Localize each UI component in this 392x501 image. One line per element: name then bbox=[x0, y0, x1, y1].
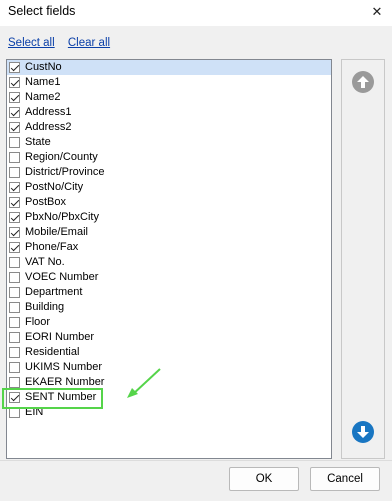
field-checkbox[interactable] bbox=[9, 332, 20, 343]
field-item[interactable]: Address1 bbox=[7, 105, 331, 120]
field-checkbox[interactable] bbox=[9, 257, 20, 268]
field-label: Floor bbox=[25, 316, 51, 328]
arrow-down-icon bbox=[357, 426, 369, 438]
field-checkbox[interactable] bbox=[9, 347, 20, 358]
field-checkbox[interactable] bbox=[9, 272, 20, 283]
field-label: CustNo bbox=[25, 61, 62, 73]
field-label: EIN bbox=[25, 406, 44, 418]
title-bar: Select fields ✕ bbox=[0, 0, 392, 26]
clear-all-link[interactable]: Clear all bbox=[68, 37, 110, 49]
field-item[interactable]: VAT No. bbox=[7, 255, 331, 270]
field-item[interactable]: EORI Number bbox=[7, 330, 331, 345]
arrow-icon bbox=[127, 368, 161, 398]
field-item[interactable]: Department bbox=[7, 285, 331, 300]
field-checkbox[interactable] bbox=[9, 287, 20, 298]
field-label: State bbox=[25, 136, 51, 148]
field-item[interactable]: EKAER Number bbox=[7, 375, 331, 390]
window-title: Select fields bbox=[8, 4, 76, 18]
field-label: Name1 bbox=[25, 76, 61, 88]
close-icon: ✕ bbox=[371, 4, 383, 19]
field-item[interactable]: Mobile/Email bbox=[7, 225, 331, 240]
field-item[interactable]: CustNo bbox=[7, 60, 331, 75]
field-checkbox[interactable] bbox=[9, 197, 20, 208]
field-item[interactable]: Residential bbox=[7, 345, 331, 360]
field-item[interactable]: SENT Number bbox=[7, 390, 331, 405]
field-item[interactable]: State bbox=[7, 135, 331, 150]
field-label: Region/County bbox=[25, 151, 98, 163]
field-checkbox[interactable] bbox=[9, 107, 20, 118]
cancel-button[interactable]: Cancel bbox=[310, 467, 380, 491]
field-label: Mobile/Email bbox=[25, 226, 88, 238]
field-label: PbxNo/PbxCity bbox=[25, 211, 99, 223]
move-up-button[interactable] bbox=[352, 71, 374, 93]
field-label: PostBox bbox=[25, 196, 66, 208]
field-item[interactable]: PostBox bbox=[7, 195, 331, 210]
move-down-button[interactable] bbox=[352, 421, 374, 443]
field-checkbox[interactable] bbox=[9, 362, 20, 373]
field-label: PostNo/City bbox=[25, 181, 84, 193]
field-label: Address1 bbox=[25, 106, 72, 118]
close-button[interactable]: ✕ bbox=[362, 0, 392, 24]
field-label: VAT No. bbox=[25, 256, 65, 268]
field-label: Building bbox=[25, 301, 65, 313]
field-label: UKIMS Number bbox=[25, 361, 103, 373]
field-item[interactable]: Phone/Fax bbox=[7, 240, 331, 255]
ok-button[interactable]: OK bbox=[229, 467, 299, 491]
select-all-link[interactable]: Select all bbox=[8, 37, 55, 49]
field-checkbox[interactable] bbox=[9, 137, 20, 148]
field-item[interactable]: Floor bbox=[7, 315, 331, 330]
field-item[interactable]: VOEC Number bbox=[7, 270, 331, 285]
field-checkbox[interactable] bbox=[9, 407, 20, 418]
field-label: Department bbox=[25, 286, 83, 298]
field-label: Name2 bbox=[25, 91, 61, 103]
field-checkbox[interactable] bbox=[9, 77, 20, 88]
field-list[interactable]: CustNo Name1 Name2 Address1 Address2 State Reg… bbox=[6, 59, 332, 459]
field-item[interactable]: EIN bbox=[7, 405, 331, 420]
field-item[interactable]: Region/County bbox=[7, 150, 331, 165]
field-item[interactable]: UKIMS Number bbox=[7, 360, 331, 375]
field-checkbox[interactable] bbox=[9, 152, 20, 163]
field-label: VOEC Number bbox=[25, 271, 99, 283]
field-checkbox[interactable] bbox=[9, 392, 20, 403]
selection-links: Select all Clear all bbox=[8, 37, 110, 49]
field-item[interactable]: PbxNo/PbxCity bbox=[7, 210, 331, 225]
field-checkbox[interactable] bbox=[9, 242, 20, 253]
field-label: SENT Number bbox=[25, 391, 97, 403]
field-checkbox[interactable] bbox=[9, 317, 20, 328]
field-item[interactable]: Address2 bbox=[7, 120, 331, 135]
field-label: District/Province bbox=[25, 166, 105, 178]
field-item[interactable]: District/Province bbox=[7, 165, 331, 180]
arrow-up-icon bbox=[357, 76, 369, 88]
field-checkbox[interactable] bbox=[9, 122, 20, 133]
field-checkbox[interactable] bbox=[9, 92, 20, 103]
field-label: Address2 bbox=[25, 121, 72, 133]
field-item[interactable]: PostNo/City bbox=[7, 180, 331, 195]
field-checkbox[interactable] bbox=[9, 62, 20, 73]
field-checkbox[interactable] bbox=[9, 167, 20, 178]
field-checkbox[interactable] bbox=[9, 212, 20, 223]
field-checkbox[interactable] bbox=[9, 302, 20, 313]
field-item[interactable]: Name2 bbox=[7, 90, 331, 105]
field-checkbox[interactable] bbox=[9, 227, 20, 238]
field-checkbox[interactable] bbox=[9, 182, 20, 193]
field-checkbox[interactable] bbox=[9, 377, 20, 388]
reorder-panel bbox=[341, 59, 385, 459]
field-label: EORI Number bbox=[25, 331, 95, 343]
field-item[interactable]: Building bbox=[7, 300, 331, 315]
field-label: EKAER Number bbox=[25, 376, 105, 388]
field-label: Residential bbox=[25, 346, 80, 358]
field-label: Phone/Fax bbox=[25, 241, 79, 253]
field-item[interactable]: Name1 bbox=[7, 75, 331, 90]
